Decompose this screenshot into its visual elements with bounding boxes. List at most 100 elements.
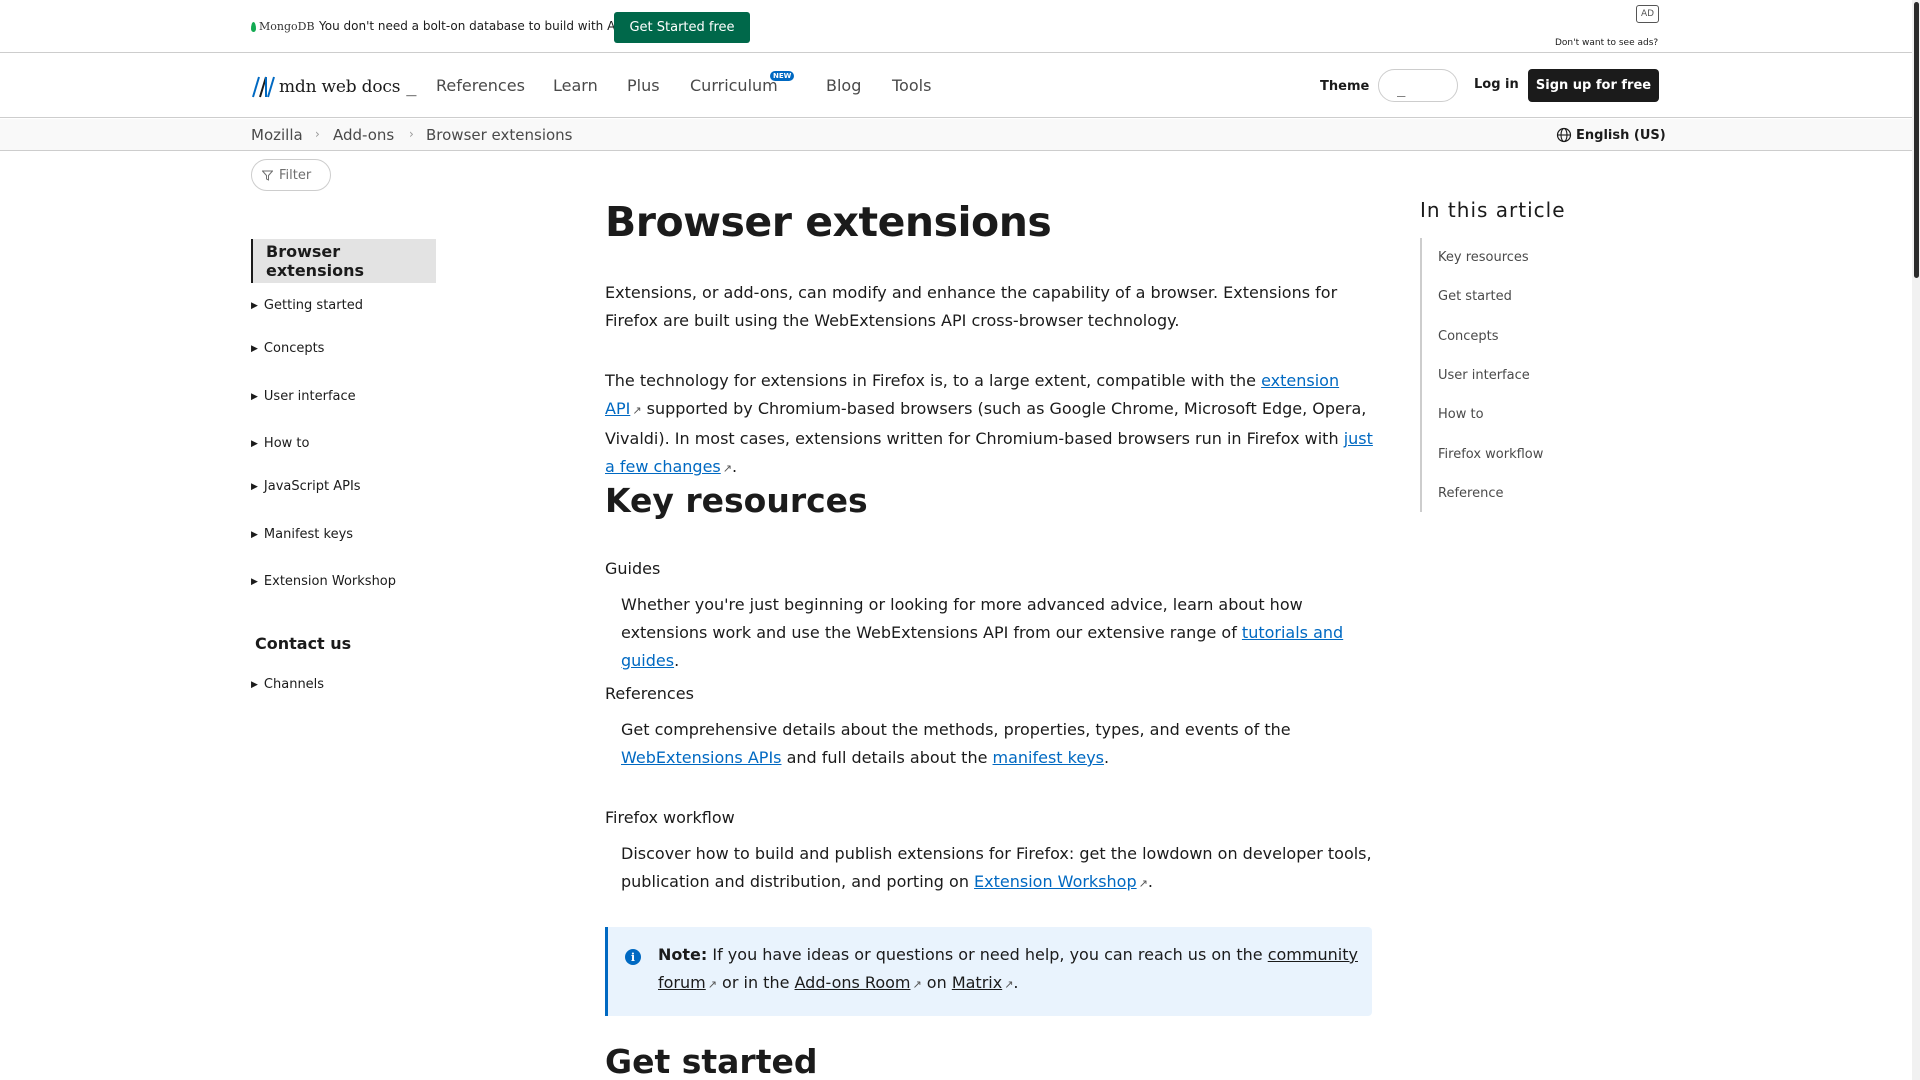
note-label: Note: bbox=[658, 945, 708, 964]
sidebar-item-label: Concepts bbox=[263, 341, 325, 356]
caret-right-icon: ▶ bbox=[251, 300, 258, 311]
nav-learn[interactable]: Learn bbox=[553, 76, 598, 95]
nav-tools[interactable]: Tools bbox=[892, 76, 931, 95]
text: Whether you're just beginning or looking… bbox=[621, 595, 1303, 642]
text: . bbox=[674, 651, 680, 670]
toc-item-how-to[interactable]: How to bbox=[1438, 407, 1484, 422]
compat-paragraph: The technology for extensions in Firefox… bbox=[605, 367, 1375, 483]
sidebar-item-manifest-keys[interactable]: ▶ Manifest keys bbox=[251, 527, 353, 542]
login-link[interactable]: Log in bbox=[1474, 77, 1519, 92]
external-link-icon: ↗ bbox=[912, 978, 922, 991]
language-switcher[interactable]: English (US) bbox=[1556, 127, 1666, 143]
caret-right-icon: ▶ bbox=[251, 576, 258, 587]
info-icon: i bbox=[625, 949, 641, 965]
text: The technology for extensions in Firefox… bbox=[605, 371, 1262, 390]
nav-plus[interactable]: Plus bbox=[627, 76, 660, 95]
ad-cta-button[interactable]: Get Started free bbox=[614, 12, 750, 43]
key-resources-heading: Key resources bbox=[605, 481, 868, 520]
filter-icon bbox=[262, 170, 273, 181]
text: on bbox=[921, 973, 952, 992]
external-link-icon: ↗ bbox=[722, 462, 732, 475]
theme-switcher[interactable]: _ bbox=[1378, 69, 1458, 102]
sidebar-item-label: User interface bbox=[263, 389, 356, 404]
nav-curriculum[interactable]: Curriculum bbox=[690, 76, 778, 95]
addons-room-link[interactable]: Add-ons Room bbox=[795, 973, 911, 992]
globe-icon bbox=[1556, 127, 1572, 143]
signup-button[interactable]: Sign up for free bbox=[1528, 69, 1659, 102]
sidebar-filter[interactable]: Filter bbox=[251, 159, 331, 191]
external-link-icon: ↗ bbox=[707, 978, 717, 991]
sidebar-item-user-interface[interactable]: ▶ User interface bbox=[251, 389, 356, 404]
logo-cursor: _ bbox=[406, 77, 417, 97]
guides-description: Whether you're just beginning or looking… bbox=[621, 591, 1375, 675]
intro-paragraph: Extensions, or add-ons, can modify and e… bbox=[605, 283, 1338, 330]
toc-item-concepts[interactable]: Concepts bbox=[1438, 329, 1499, 344]
mongodb-logo[interactable]: MongoDB bbox=[251, 20, 315, 33]
sidebar-item-label: Getting started bbox=[263, 298, 363, 313]
breadcrumb-addons[interactable]: Add-ons bbox=[333, 126, 394, 144]
scrollbar-thumb[interactable] bbox=[1914, 2, 1919, 278]
toc-item-key-resources[interactable]: Key resources bbox=[1438, 250, 1529, 265]
sidebar-item-browser-extensions[interactable]: Browser extensions bbox=[251, 239, 436, 283]
logo-text: mdn web docs bbox=[279, 77, 401, 97]
references-description: Get comprehensive details about the meth… bbox=[621, 716, 1375, 772]
text: and full details about the bbox=[781, 748, 993, 767]
extension-workshop-link[interactable]: Extension Workshop bbox=[974, 872, 1137, 891]
breadcrumb-mozilla[interactable]: Mozilla bbox=[251, 126, 303, 144]
caret-right-icon: ▶ bbox=[251, 481, 258, 492]
text: or in the bbox=[716, 973, 795, 992]
sidebar-item-channels[interactable]: ▶ Channels bbox=[251, 677, 324, 692]
sidebar-item-label: Extension Workshop bbox=[263, 574, 397, 589]
external-link-icon: ↗ bbox=[632, 404, 642, 417]
toc-item-firefox-workflow[interactable]: Firefox workflow bbox=[1438, 447, 1543, 462]
breadcrumb: Mozilla › Add-ons › Browser extensions E… bbox=[0, 119, 1912, 151]
text: Get comprehensive details about the meth… bbox=[621, 720, 1291, 739]
ad-badge: AD bbox=[1636, 5, 1659, 23]
sidebar-item-getting-started[interactable]: ▶ Getting started bbox=[251, 298, 363, 313]
breadcrumb-browser-extensions[interactable]: Browser extensions bbox=[426, 126, 573, 144]
manifest-keys-link[interactable]: manifest keys bbox=[993, 748, 1105, 767]
sidebar-item-label: How to bbox=[263, 436, 310, 451]
sidebar-item-label: Channels bbox=[263, 677, 325, 692]
sidebar-item-javascript-apis[interactable]: ▶ JavaScript APIs bbox=[251, 479, 361, 494]
mdn-logo[interactable]: mdn web docs _ bbox=[251, 76, 416, 98]
ad-brand: MongoDB bbox=[259, 20, 315, 33]
sidebar-item-concepts[interactable]: ▶ Concepts bbox=[251, 341, 324, 356]
nav-references[interactable]: References bbox=[436, 76, 525, 95]
sidebar-contact-heading: Contact us bbox=[255, 634, 352, 653]
matrix-link[interactable]: Matrix bbox=[952, 973, 1002, 992]
references-term: References bbox=[605, 684, 694, 703]
filter-label: Filter bbox=[279, 167, 312, 183]
toc-item-get-started[interactable]: Get started bbox=[1438, 289, 1512, 304]
text: . bbox=[1147, 872, 1153, 891]
toc-item-user-interface[interactable]: User interface bbox=[1438, 368, 1530, 383]
no-ads-link[interactable]: Don't want to see ads? bbox=[1555, 38, 1658, 48]
theme-value: _ bbox=[1397, 81, 1406, 97]
chevron-right-icon: › bbox=[315, 127, 320, 141]
toc-rail bbox=[1420, 238, 1422, 512]
external-link-icon: ↗ bbox=[1138, 877, 1148, 890]
sidebar-item-how-to[interactable]: ▶ How to bbox=[251, 436, 309, 451]
toc-item-reference[interactable]: Reference bbox=[1438, 486, 1503, 501]
page-title: Browser extensions bbox=[605, 198, 1052, 246]
caret-right-icon: ▶ bbox=[251, 679, 258, 690]
language-label: English (US) bbox=[1576, 127, 1666, 143]
text: If you have ideas or questions or need h… bbox=[707, 945, 1268, 964]
workflow-term: Firefox workflow bbox=[605, 808, 735, 827]
text: . bbox=[731, 457, 738, 476]
ad-banner: MongoDB You don't need a bolt-on databas… bbox=[0, 0, 1912, 53]
sidebar-item-extension-workshop[interactable]: ▶ Extension Workshop bbox=[251, 574, 396, 589]
toc-title: In this article bbox=[1420, 198, 1566, 222]
theme-label: Theme bbox=[1320, 79, 1370, 94]
text: . bbox=[1013, 973, 1019, 992]
caret-right-icon: ▶ bbox=[251, 343, 258, 354]
nav-blog[interactable]: Blog bbox=[826, 76, 861, 95]
leaf-icon bbox=[251, 21, 256, 32]
caret-right-icon: ▶ bbox=[251, 438, 258, 449]
webextensions-apis-link[interactable]: WebExtensions APIs bbox=[621, 748, 782, 767]
ad-text[interactable]: You don't need a bolt-on database to bui… bbox=[319, 19, 619, 33]
mdn-logo-icon bbox=[252, 76, 275, 98]
new-badge: NEW bbox=[770, 71, 795, 81]
caret-right-icon: ▶ bbox=[251, 391, 258, 402]
note-text: Note: If you have ideas or questions or … bbox=[658, 941, 1358, 999]
